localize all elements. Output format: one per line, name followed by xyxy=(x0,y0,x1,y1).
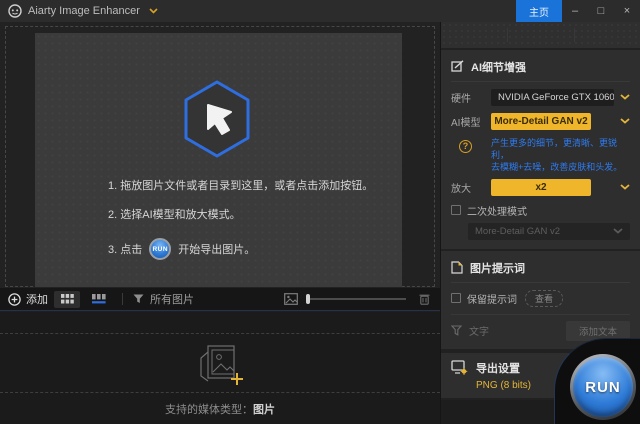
thumbnail-size-icon xyxy=(284,293,298,305)
hardware-row: 硬件 NVIDIA GeForce GTX 1060 3GB xyxy=(451,89,630,106)
prompt-file-icon xyxy=(451,261,463,274)
filmstrip-view-icon xyxy=(92,294,106,304)
filter-icon xyxy=(133,294,144,304)
hexagon-cursor-logo-icon xyxy=(181,79,253,159)
delete-button[interactable] xyxy=(419,293,430,305)
add-images-placeholder-icon xyxy=(194,340,246,386)
prompt-section-header: 图片提示词 xyxy=(451,257,630,283)
model-description-line1: 产生更多的细节，更清晰、更锐利， xyxy=(491,137,630,161)
slider-handle[interactable] xyxy=(306,294,310,304)
model-label: AI模型 xyxy=(451,114,491,129)
main-area: 1. 拖放图片文件或者目录到这里，或者点击添加按钮。 2. 选择AI模型和放大模… xyxy=(0,22,440,424)
app-logo-icon xyxy=(8,4,22,18)
minimize-button[interactable]: – xyxy=(562,0,588,22)
hardware-label: 硬件 xyxy=(451,90,491,105)
run-badge-icon: RUN xyxy=(149,238,171,260)
hardware-chevron-down-icon[interactable] xyxy=(614,94,630,100)
maximize-button[interactable]: □ xyxy=(588,0,614,22)
step-3-prefix: 3. 点击 xyxy=(108,241,142,257)
export-titles: 导出设置 PNG (8 bits) xyxy=(476,360,531,391)
run-button[interactable]: RUN xyxy=(570,354,636,420)
secondary-model-select: More-Detail GAN v2 xyxy=(468,223,630,240)
ai-enhance-section: AI细节增强 硬件 NVIDIA GeForce GTX 1060 3GB AI… xyxy=(441,50,640,249)
filmstrip-area: 支持的媒体类型：图片 xyxy=(0,312,440,424)
filmstrip-view-button[interactable] xyxy=(86,291,112,308)
scale-label: 放大 xyxy=(451,180,491,195)
drop-canvas: 1. 拖放图片文件或者目录到这里，或者点击添加按钮。 2. 选择AI模型和放大模… xyxy=(0,22,440,288)
titlebar: Aiarty Image Enhancer 主页 – □ × xyxy=(0,0,640,22)
grid-view-button[interactable] xyxy=(54,291,80,308)
secondary-model-value: More-Detail GAN v2 xyxy=(475,223,613,240)
text-label: 文字 xyxy=(469,323,489,338)
image-filter-dropdown[interactable]: 所有图片 xyxy=(133,291,194,307)
ai-enhance-icon xyxy=(451,60,464,73)
keep-prompt-label: 保留提示词 xyxy=(467,291,517,306)
thumbnail-size-slider[interactable] xyxy=(306,298,406,300)
step-3: 3. 点击 RUN 开始导出图片。 xyxy=(108,238,373,260)
keep-prompt-checkbox[interactable] xyxy=(451,293,461,303)
app-title: Aiarty Image Enhancer xyxy=(28,5,140,17)
bottom-toolbar: 添加 所有图片 xyxy=(0,288,440,311)
prompt-section: 图片提示词 保留提示词 查看 文字 添加文本 xyxy=(441,251,640,349)
keep-prompt-row: 保留提示词 查看 xyxy=(451,290,630,307)
preview-divider xyxy=(507,28,508,42)
prompt-section-title: 图片提示词 xyxy=(470,260,525,276)
step-3-suffix: 开始导出图片。 xyxy=(178,241,255,257)
help-icon[interactable]: ? xyxy=(459,140,472,153)
step-1: 1. 拖放图片文件或者目录到这里，或者点击添加按钮。 xyxy=(108,180,373,192)
title-chevron-down-icon[interactable] xyxy=(149,8,158,14)
instruction-steps: 1. 拖放图片文件或者目录到这里，或者点击添加按钮。 2. 选择AI模型和放大模… xyxy=(108,180,373,260)
secondary-model-row: More-Detail GAN v2 xyxy=(451,223,630,240)
preview-divider xyxy=(574,28,575,42)
model-chevron-down-icon[interactable] xyxy=(614,118,630,124)
run-button-face: RUN xyxy=(573,357,633,417)
model-description-line2: 去模糊+去噪，改善皮肤和头发。 xyxy=(491,161,630,173)
preview-placeholder xyxy=(441,22,640,48)
view-prompt-badge[interactable]: 查看 xyxy=(525,290,563,307)
supported-value: 图片 xyxy=(253,404,275,416)
circle-plus-icon xyxy=(8,293,21,306)
model-description-row: ? 产生更多的细节，更清晰、更锐利， 去模糊+去噪，改善皮肤和头发。 xyxy=(451,137,630,173)
text-filter-icon xyxy=(451,325,462,336)
export-settings-icon xyxy=(451,360,468,375)
export-format: PNG (8 bits) xyxy=(476,380,531,391)
scale-chevron-down-icon[interactable] xyxy=(614,184,630,190)
secondary-chevron-down-icon xyxy=(613,228,623,234)
filter-label: 所有图片 xyxy=(150,291,194,307)
grid-view-icon xyxy=(61,294,74,304)
secondary-mode-checkbox[interactable] xyxy=(451,205,461,215)
text-row: 文字 添加文本 xyxy=(451,314,630,341)
toolbar-separator xyxy=(122,293,123,305)
close-button[interactable]: × xyxy=(614,0,640,22)
hardware-select[interactable]: NVIDIA GeForce GTX 1060 3GB xyxy=(491,89,614,106)
dropzone[interactable]: 1. 拖放图片文件或者目录到这里，或者点击添加按钮。 2. 选择AI模型和放大模… xyxy=(35,33,402,287)
model-row: AI模型 More-Detail GAN v2 xyxy=(451,113,630,130)
ai-section-header: AI细节增强 xyxy=(451,56,630,82)
model-select[interactable]: More-Detail GAN v2 xyxy=(491,113,591,130)
export-title: 导出设置 xyxy=(476,360,531,376)
secondary-mode-row: 二次处理模式 xyxy=(451,203,630,218)
home-button[interactable]: 主页 xyxy=(516,0,562,22)
trash-icon xyxy=(419,293,430,305)
scale-row: 放大 x2 xyxy=(451,179,630,196)
ai-section-title: AI细节增强 xyxy=(471,59,526,75)
run-button-label: RUN xyxy=(585,379,621,396)
scale-select[interactable]: x2 xyxy=(491,179,591,196)
model-description: 产生更多的细节，更清晰、更锐利， 去模糊+去噪，改善皮肤和头发。 xyxy=(491,137,630,173)
add-button[interactable]: 添加 xyxy=(8,291,48,307)
add-button-label: 添加 xyxy=(26,291,48,307)
secondary-mode-label: 二次处理模式 xyxy=(467,203,527,218)
supported-prefix: 支持的媒体类型： xyxy=(165,404,253,416)
supported-media-note: 支持的媒体类型：图片 xyxy=(0,401,440,417)
app-window: Aiarty Image Enhancer 主页 – □ × 1. 拖放图片文件… xyxy=(0,0,640,424)
step-2: 2. 选择AI模型和放大模式。 xyxy=(108,209,373,221)
filmstrip-row[interactable] xyxy=(0,333,440,393)
